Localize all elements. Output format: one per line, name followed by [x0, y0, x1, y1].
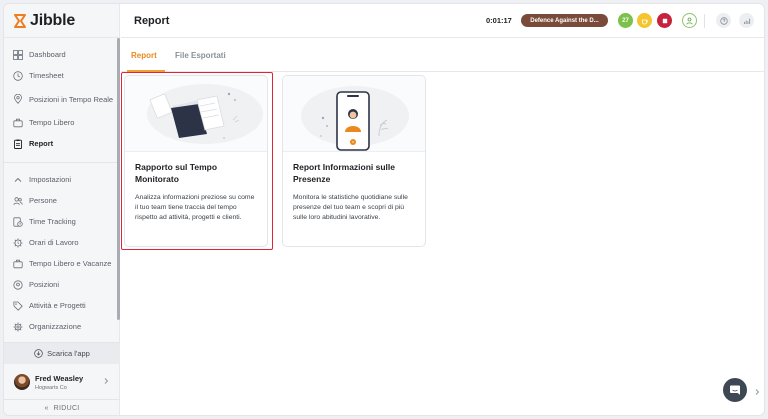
time-tracking-icon	[13, 216, 23, 227]
download-icon	[34, 349, 43, 358]
clock-in-person-button[interactable]	[682, 13, 697, 28]
report-card-attendance[interactable]: Report Informazioni sulle Presenze Monit…	[282, 75, 426, 247]
sidebar-item-work-schedules[interactable]: Orari di Lavoro	[4, 232, 119, 253]
user-organization: Hogwarts Co	[35, 384, 67, 391]
chevron-right-icon[interactable]	[753, 388, 761, 396]
gear-icon	[13, 322, 23, 331]
people-icon	[13, 196, 23, 205]
person-clock-icon	[685, 17, 693, 24]
sidebar-item-label: Tempo Libero	[29, 118, 75, 127]
sidebar-item-time-off-holidays[interactable]: Tempo Libero e Vacanze	[4, 253, 119, 274]
user-info: Fred Weasley Hogwarts Co	[35, 374, 83, 391]
chevron-right-icon	[104, 378, 109, 384]
timer-display[interactable]: 0:01:17	[486, 16, 512, 25]
sidebar-item-time-tracking[interactable]: Time Tracking	[4, 211, 119, 232]
collapse-sidebar-button[interactable]: « RIDUCI	[4, 399, 120, 415]
pause-button[interactable]	[637, 13, 652, 28]
sidebar-item-label: Timesheet	[29, 71, 64, 80]
attendance-illustration	[283, 76, 425, 152]
tag-icon	[13, 301, 23, 311]
download-app-button[interactable]: Scarica l'app	[4, 342, 120, 364]
phone-person-illustration-icon	[301, 86, 409, 151]
top-bar: Report 0:01:17 Defence Against the D... …	[121, 4, 764, 38]
sidebar-item-timesheet[interactable]: Timesheet	[4, 65, 119, 86]
sidebar-item-label: Tempo Libero e Vacanze	[29, 259, 112, 268]
stats-button[interactable]	[739, 13, 754, 28]
sidebar-item-label: Posizioni	[29, 280, 60, 289]
hourglass-logo-icon	[14, 13, 26, 28]
stop-icon	[662, 18, 667, 23]
sidebar-item-label: Orari di Lavoro	[29, 238, 79, 247]
question-icon	[719, 16, 728, 25]
double-chevron-left-icon: «	[44, 405, 49, 412]
sidebar-item-label: Organizzazione	[29, 322, 82, 331]
user-name: Fred Weasley	[35, 373, 84, 383]
sidebar-item-label: Report	[29, 139, 54, 148]
sidebar-item-label: Impostazioni	[29, 175, 72, 184]
break-timer-button[interactable]: 27	[618, 13, 633, 28]
chevron-up-icon	[14, 177, 22, 182]
sidebar-item-label: Attività e Progetti	[29, 301, 86, 310]
app-name: Jibble	[30, 11, 76, 29]
user-profile[interactable]: Fred Weasley Hogwarts Co	[4, 368, 120, 396]
chat-support-button[interactable]	[723, 378, 747, 402]
sidebar: Jibble Dashboard Timesheet Posizioni in …	[4, 4, 120, 415]
dashboard-icon	[13, 49, 23, 60]
sidebar-item-people[interactable]: Persone	[4, 190, 119, 211]
toolbar-separator	[704, 14, 705, 28]
sidebar-item-label: Time Tracking	[29, 217, 76, 226]
location-pin-icon	[14, 94, 22, 104]
main-nav: Dashboard Timesheet Posizioni in Tempo R…	[4, 38, 119, 337]
help-button[interactable]	[716, 13, 731, 28]
sidebar-item-label: Dashboard	[29, 50, 66, 59]
briefcase-icon	[13, 118, 23, 127]
card-title: Report Informazioni sulle Presenze	[293, 162, 396, 184]
briefcase-icon	[13, 259, 23, 268]
sidebar-item-live-locations[interactable]: Posizioni in Tempo Reale	[4, 86, 119, 112]
tab-exported-files[interactable]: File Esportati	[175, 39, 226, 72]
download-app-label: Scarica l'app	[47, 349, 90, 358]
sidebar-item-time-off[interactable]: Tempo Libero	[4, 112, 119, 133]
sidebar-item-label: Persone	[29, 196, 57, 205]
sidebar-item-locations[interactable]: Posizioni	[4, 274, 119, 295]
stop-button[interactable]	[657, 13, 672, 28]
sidebar-item-organization[interactable]: Organizzazione	[4, 316, 119, 337]
location-pin-icon	[13, 279, 23, 290]
selection-highlight	[121, 72, 273, 250]
sidebar-item-settings[interactable]: Impostazioni	[4, 169, 119, 190]
report-tabs: Report File Esportati	[121, 39, 764, 72]
sidebar-item-activities-projects[interactable]: Attività e Progetti	[4, 295, 119, 316]
sidebar-item-report[interactable]: Report	[4, 133, 119, 154]
sidebar-item-label: Posizioni in Tempo Reale	[29, 94, 114, 104]
sidebar-divider	[4, 162, 119, 163]
current-activity-badge[interactable]: Defence Against the D...	[521, 14, 608, 27]
page-title: Report	[134, 14, 170, 27]
logo[interactable]: Jibble	[4, 4, 119, 38]
sidebar-scrollbar[interactable]	[117, 38, 120, 320]
coffee-icon	[641, 19, 648, 24]
chat-icon	[730, 385, 740, 395]
sidebar-item-dashboard[interactable]: Dashboard	[4, 44, 119, 65]
clock-icon	[13, 70, 23, 81]
avatar	[14, 374, 30, 390]
clipboard-icon	[14, 139, 22, 149]
chart-icon	[743, 18, 750, 24]
gear-clock-icon	[13, 238, 23, 247]
collapse-label: RIDUCI	[53, 405, 80, 412]
card-description: Monitora le statistiche quotidiane sulle…	[293, 194, 408, 221]
tab-report[interactable]: Report	[131, 39, 157, 72]
